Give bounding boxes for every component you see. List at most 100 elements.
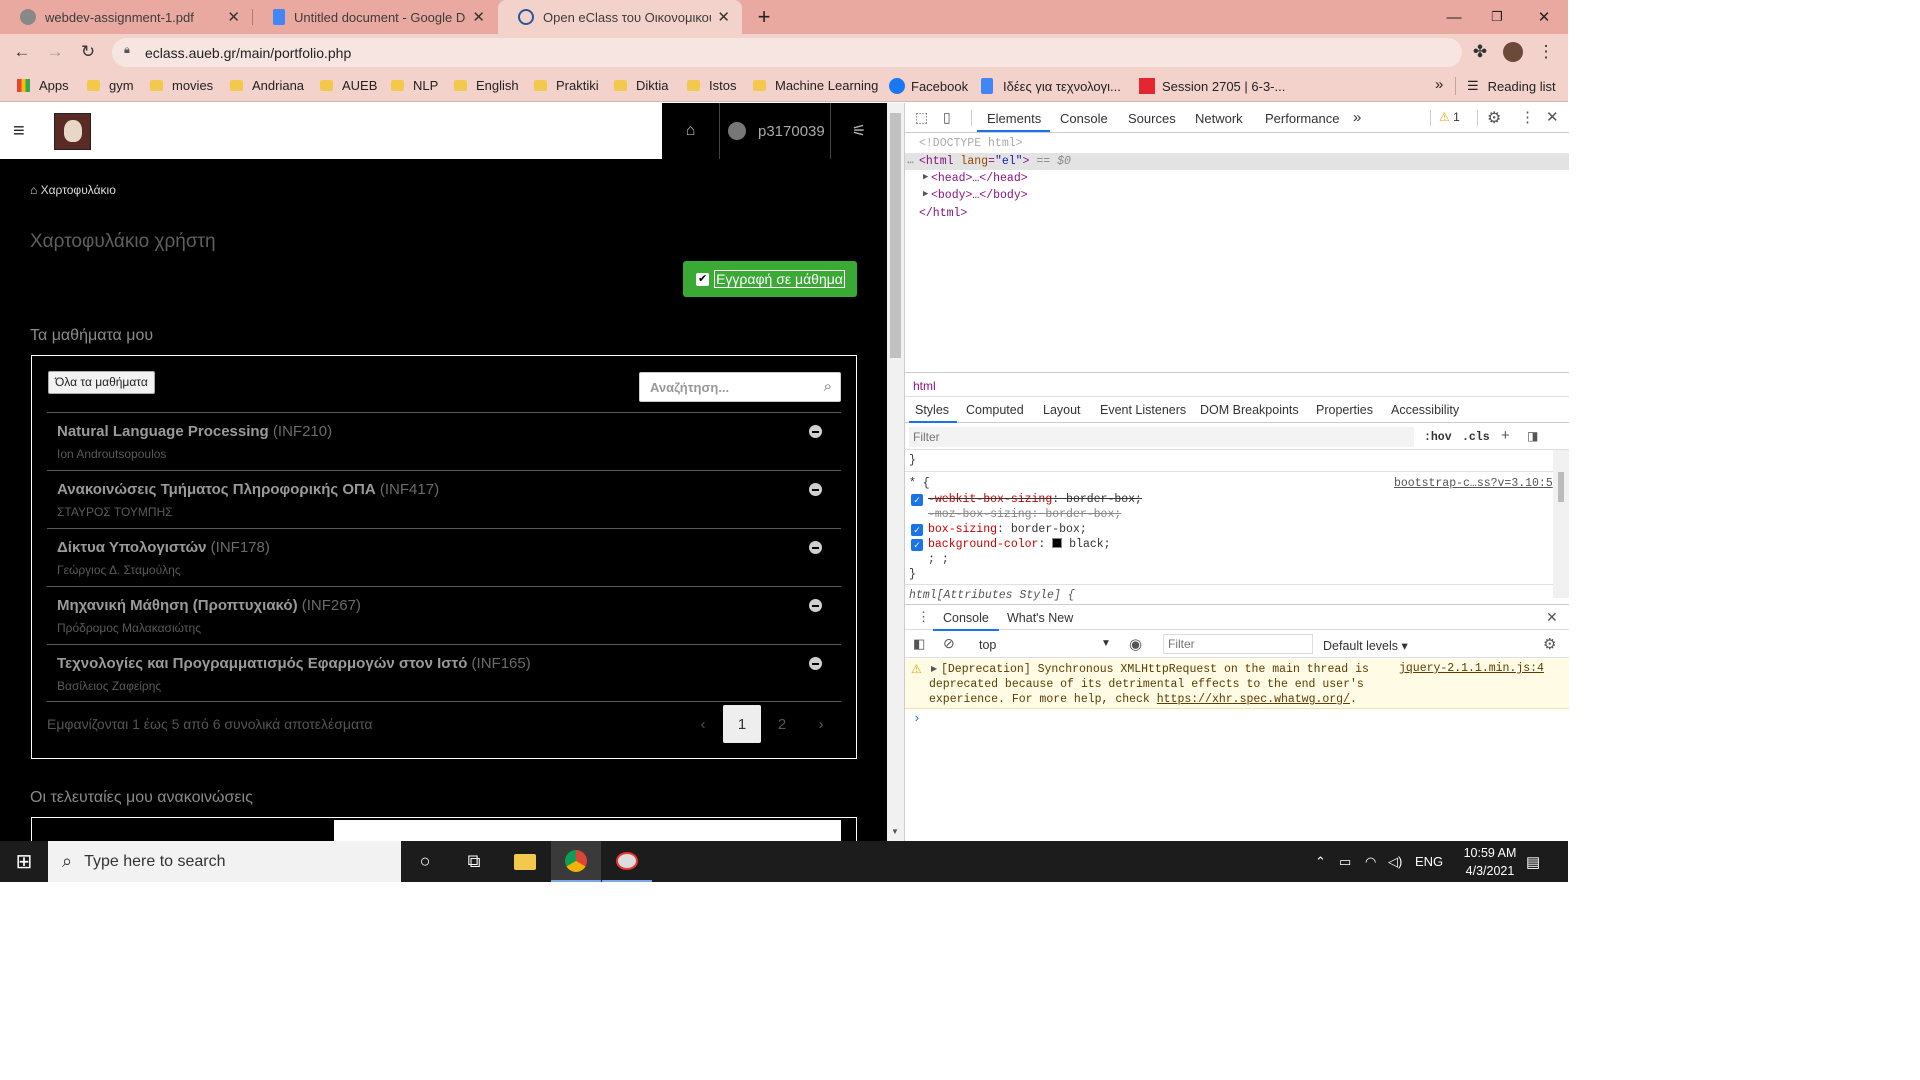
dom-breadcrumb[interactable]: html (913, 379, 936, 393)
close-tab-icon[interactable]: ✕ (472, 8, 485, 26)
dom-html-close[interactable]: </html> (919, 207, 967, 220)
dom-doctype[interactable]: <!DOCTYPE html> (919, 137, 1023, 150)
notifications-icon[interactable]: ▤ (1526, 841, 1540, 882)
maximize-icon[interactable]: ❐ (1474, 0, 1520, 34)
course-row[interactable]: Μηχανική Μάθηση (Προπτυχιακό) (INF267) Π… (47, 586, 841, 644)
tab-eclass[interactable]: Open eClass του Οικονομικού Π ✕ (498, 0, 742, 34)
css-declaration[interactable]: -webkit-box-sizing: border-box; (928, 493, 1142, 506)
minimize-icon[interactable]: — (1431, 0, 1477, 34)
search-icon[interactable]: ⌕ (824, 378, 832, 395)
close-devtools-icon[interactable]: ✕ (1546, 108, 1559, 126)
rule-selector[interactable]: * { (909, 477, 930, 490)
toggle-sidebar-icon[interactable]: ◨ (1527, 429, 1538, 443)
course-row[interactable]: Δίκτυα Υπολογιστών (INF178) Γεώργιος Δ. … (47, 528, 841, 586)
rule-selector[interactable]: html[Attributes Style] { (909, 589, 1075, 602)
chrome-icon[interactable] (551, 841, 601, 882)
address-bar[interactable]: 🔒︎ eclass.aueb.gr/main/portfolio.php (112, 38, 1462, 67)
course-name[interactable]: Μηχανική Μάθηση (Προπτυχιακό) (57, 597, 298, 614)
close-tab-icon[interactable]: ✕ (717, 8, 730, 26)
clear-console-icon[interactable]: ⊘ (943, 635, 955, 652)
user-menu[interactable]: p3170039 (720, 103, 830, 159)
bookmark-andriana[interactable]: Andriana (230, 78, 304, 93)
bookmark-praktiki[interactable]: Praktiki (534, 78, 599, 93)
warnings-badge[interactable]: ⚠ 1 (1439, 110, 1460, 124)
declaration-checkbox[interactable]: ✓ (911, 524, 923, 536)
wifi-icon[interactable]: ◠ (1365, 841, 1376, 882)
task-view-icon[interactable]: ⧉ (449, 841, 499, 882)
warning-source-link[interactable]: jquery-2.1.1.min.js:4 (1399, 662, 1544, 675)
register-course-button[interactable]: ✔ Εγγραφή σε μάθημα (683, 261, 857, 297)
tab-elements[interactable]: Elements (987, 111, 1041, 126)
scrollbar-thumb[interactable] (890, 113, 901, 358)
bookmark-gym[interactable]: gym (87, 78, 134, 93)
prev-page-button[interactable]: ‹ (684, 705, 722, 743)
collapse-minus-icon[interactable] (809, 541, 822, 554)
declaration-checkbox[interactable]: ✓ (911, 539, 923, 551)
home-icon[interactable]: ⌂ (662, 103, 719, 159)
scroll-down-arrow[interactable]: ▼ (891, 827, 899, 836)
collapse-minus-icon[interactable] (809, 425, 822, 438)
declaration-checkbox[interactable]: ✓ (911, 494, 923, 506)
more-tabs-button[interactable]: » (1353, 109, 1361, 126)
dom-body-node[interactable]: <body>…</body> (931, 189, 1028, 202)
rule-source-link[interactable]: bootstrap-c…ss?v=3.10:5 (1394, 477, 1553, 490)
bookmark-english[interactable]: English (454, 78, 519, 93)
language-indicator[interactable]: ENG (1415, 841, 1443, 882)
menu-dots-icon[interactable]: ⋮ (1531, 34, 1561, 70)
clock[interactable]: 10:59 AM 4/3/2021 (1452, 844, 1528, 882)
bookmark-istos[interactable]: Istos (687, 78, 736, 93)
reading-list-button[interactable]: ☰ Reading list (1467, 78, 1556, 94)
gear-icon[interactable]: ⚙ (1487, 108, 1501, 128)
windows-start-icon[interactable]: ⊞ (0, 841, 48, 882)
extensions-icon[interactable]: ✤ (1465, 34, 1495, 70)
console-filter-input[interactable] (1163, 634, 1313, 654)
paint-icon[interactable] (602, 841, 652, 882)
bookmark-session[interactable]: Session 2705 | 6-3-... (1139, 78, 1285, 94)
bookmark-ideas[interactable]: Ιδέες για τεχνολογι... (981, 78, 1121, 94)
cortana-icon[interactable]: ○ (400, 841, 450, 882)
bookmark-apps[interactable]: Apps (17, 78, 69, 93)
tab-performance[interactable]: Performance (1265, 111, 1339, 126)
tab-computed[interactable]: Computed (966, 403, 1024, 417)
reload-icon[interactable]: ↻ (73, 34, 103, 70)
inspect-element-icon[interactable]: ⬚ (915, 109, 928, 126)
add-rule-icon[interactable]: + (1501, 427, 1510, 444)
more-bookmarks-button[interactable]: » (1435, 76, 1443, 93)
tab-google-docs[interactable]: Untitled document - Google Doc ✕ (253, 0, 497, 34)
course-row[interactable]: Τεχνολογίες και Προγραμματισμός Εφαρμογώ… (47, 644, 841, 702)
chevron-down-icon[interactable]: ▼ (1101, 638, 1111, 649)
menu-dots-icon[interactable]: ⋮ (1520, 108, 1535, 126)
file-explorer-icon[interactable] (500, 841, 550, 882)
collapse-minus-icon[interactable] (809, 483, 822, 496)
bookmark-nlp[interactable]: NLP (391, 78, 438, 93)
forward-arrow-icon[interactable]: → (40, 34, 70, 70)
expand-triangle-icon[interactable]: ▶ (923, 189, 928, 199)
console-warning[interactable]: ⚠ ▶ [Deprecation] Synchronous XMLHttpReq… (905, 659, 1569, 709)
tab-event-listeners[interactable]: Event Listeners (1100, 403, 1186, 417)
color-swatch[interactable] (1052, 538, 1063, 548)
tab-properties[interactable]: Properties (1316, 403, 1373, 417)
collapse-minus-icon[interactable] (809, 599, 822, 612)
hamburger-menu-icon[interactable]: ≡ (13, 120, 25, 143)
styles-filter-input[interactable] (909, 427, 1414, 447)
drawer-tab-whats-new[interactable]: What's New (1007, 611, 1073, 625)
gear-icon[interactable]: ⚙ (1543, 635, 1556, 653)
close-window-icon[interactable]: ✕ (1521, 0, 1567, 34)
course-name[interactable]: Τεχνολογίες και Προγραμματισμός Εφαρμογώ… (57, 655, 467, 672)
bookmark-machine-learning[interactable]: Machine Learning (753, 78, 878, 93)
page-2-button[interactable]: 2 (763, 705, 801, 743)
css-declaration[interactable]: -moz-box-sizing: border-box; (928, 508, 1121, 521)
tab-console[interactable]: Console (1060, 111, 1108, 126)
close-drawer-icon[interactable]: ✕ (1546, 609, 1558, 626)
dom-html-node[interactable]: <html lang="el"> == $0 (919, 155, 1071, 168)
course-name[interactable]: Δίκτυα Υπολογιστών (57, 539, 206, 556)
new-tab-button[interactable]: + (741, 0, 787, 34)
avatar[interactable] (1498, 34, 1528, 70)
course-row[interactable]: Natural Language Processing (INF210) Ion… (47, 412, 841, 470)
styles-scrollbar[interactable] (1553, 450, 1569, 598)
show-hidden-icons-icon[interactable]: ⌃ (1315, 841, 1326, 882)
settings-sliders-icon[interactable]: ⚟ (831, 103, 887, 159)
tab-sources[interactable]: Sources (1128, 111, 1176, 126)
css-declaration[interactable]: box-sizing: border-box; (928, 523, 1087, 536)
drawer-menu-icon[interactable]: ⋮ (917, 609, 930, 625)
